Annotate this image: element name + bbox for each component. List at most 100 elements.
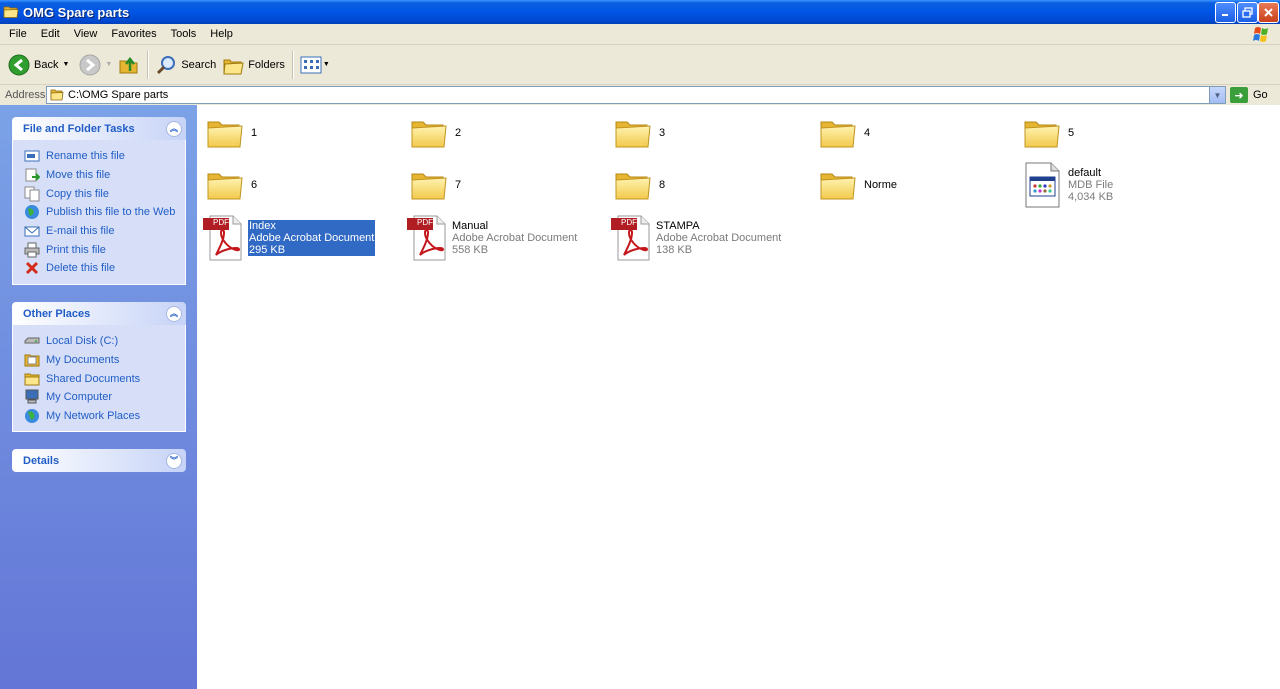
- task-label: Rename this file: [46, 150, 125, 163]
- task-email[interactable]: E-mail this file: [24, 222, 185, 241]
- menu-tools[interactable]: Tools: [164, 28, 204, 40]
- file-folder-tasks-body: Rename this file Move this file Copy thi…: [12, 140, 186, 285]
- folder-item[interactable]: 5: [1022, 113, 1074, 153]
- search-icon: [157, 55, 176, 74]
- pdf-badge-label: PDF: [417, 218, 433, 227]
- folders-label: Folders: [248, 58, 285, 71]
- task-label: Move this file: [46, 169, 111, 182]
- address-bar: Address C:\OMG Spare parts ▼ ➜ Go: [0, 85, 1280, 105]
- folder-item[interactable]: 4: [818, 113, 870, 153]
- panel-title: Details: [23, 454, 60, 467]
- task-move[interactable]: Move this file: [24, 166, 185, 185]
- task-rename[interactable]: Rename this file: [24, 147, 185, 166]
- shared-folder-icon: [24, 373, 40, 386]
- task-label: Print this file: [46, 243, 106, 256]
- folder-item[interactable]: 3: [613, 113, 665, 153]
- panel-title: Other Places: [23, 307, 91, 320]
- rename-icon: [24, 150, 40, 162]
- file-list-view[interactable]: 1 2 3 4 5 6 7 8 Norme default MDB File 4…: [197, 105, 1280, 689]
- menu-view[interactable]: View: [67, 28, 105, 40]
- file-size: 4,034 KB: [1068, 191, 1114, 203]
- go-button[interactable]: ➜ Go: [1230, 86, 1268, 104]
- place-network[interactable]: My Network Places: [24, 407, 185, 426]
- place-shared-documents[interactable]: Shared Documents: [24, 369, 185, 388]
- address-path: C:\OMG Spare parts: [68, 89, 169, 101]
- other-places-header[interactable]: Other Places ︽: [12, 302, 186, 325]
- collapse-up-icon[interactable]: ︽: [166, 120, 182, 137]
- folder-item[interactable]: 6: [205, 165, 257, 205]
- close-icon: [1264, 8, 1273, 17]
- folder-item[interactable]: Norme: [818, 165, 897, 205]
- minimize-button[interactable]: [1215, 2, 1236, 23]
- title-bar[interactable]: OMG Spare parts: [0, 0, 1280, 24]
- go-arrow-icon: ➜: [1230, 87, 1248, 103]
- folder-icon: [613, 165, 653, 205]
- place-my-documents[interactable]: My Documents: [24, 351, 185, 370]
- place-label: My Network Places: [46, 410, 141, 423]
- back-label: Back: [34, 58, 59, 71]
- search-button[interactable]: Search: [152, 49, 219, 81]
- folder-item[interactable]: 1: [205, 113, 257, 153]
- my-documents-icon: [24, 354, 40, 367]
- details-header[interactable]: Details ︾: [12, 449, 186, 472]
- folder-item[interactable]: 2: [409, 113, 461, 153]
- place-label: My Documents: [46, 354, 120, 367]
- folder-icon: [205, 165, 245, 205]
- menu-favorites[interactable]: Favorites: [104, 28, 163, 40]
- folder-icon: [613, 113, 653, 153]
- toolbar-separator: [291, 50, 293, 79]
- file-type: Adobe Acrobat Document: [249, 232, 375, 244]
- views-button[interactable]: ▼: [297, 49, 333, 81]
- task-print[interactable]: Print this file: [24, 240, 185, 259]
- menu-help[interactable]: Help: [203, 28, 240, 40]
- task-copy[interactable]: Copy this file: [24, 184, 185, 203]
- task-publish-web[interactable]: Publish this file to the Web: [24, 203, 185, 222]
- mdb-file-icon: [1022, 162, 1062, 208]
- place-local-disk[interactable]: Local Disk (C:): [24, 332, 185, 351]
- search-label: Search: [181, 58, 217, 71]
- collapse-up-icon[interactable]: ︽: [166, 305, 182, 322]
- file-name: STAMPA: [656, 220, 700, 232]
- menu-file[interactable]: File: [2, 28, 34, 40]
- file-item[interactable]: default MDB File 4,034 KB: [1022, 162, 1113, 208]
- close-button[interactable]: [1258, 2, 1279, 23]
- place-label: Local Disk (C:): [46, 335, 119, 348]
- place-my-computer[interactable]: My Computer: [24, 388, 185, 407]
- hard-disk-icon: [24, 337, 40, 344]
- menu-edit[interactable]: Edit: [34, 28, 67, 40]
- maximize-button[interactable]: [1237, 2, 1258, 23]
- place-label: My Computer: [46, 391, 113, 404]
- folder-icon: [3, 6, 19, 18]
- address-input[interactable]: C:\OMG Spare parts ▼: [46, 86, 1226, 104]
- delete-x-icon: [25, 262, 39, 275]
- window-title: OMG Spare parts: [23, 4, 130, 20]
- address-dropdown-button[interactable]: ▼: [1209, 87, 1225, 103]
- address-label: Address: [5, 89, 46, 101]
- forward-button[interactable]: ▼: [76, 49, 115, 81]
- place-label: Shared Documents: [46, 372, 141, 385]
- file-name: Index: [249, 220, 276, 232]
- back-dropdown-icon[interactable]: ▼: [62, 61, 69, 68]
- minimize-icon: [1222, 14, 1228, 16]
- menu-bar: File Edit View Favorites Tools Help: [0, 24, 1280, 45]
- computer-icon: [25, 389, 39, 404]
- file-size: 295 KB: [249, 244, 286, 256]
- folders-button[interactable]: Folders: [219, 49, 288, 81]
- folder-item[interactable]: 7: [409, 165, 461, 205]
- folders-icon: [223, 59, 244, 74]
- restore-icon: [1242, 7, 1253, 18]
- other-places-panel: Other Places ︽ Local Disk (C:) My Docume…: [12, 302, 186, 433]
- folder-name: Norme: [864, 179, 898, 191]
- folder-name: 3: [659, 127, 666, 139]
- task-delete[interactable]: Delete this file: [24, 259, 185, 278]
- file-folder-tasks-header[interactable]: File and Folder Tasks ︽: [12, 117, 186, 140]
- up-folder-button[interactable]: [115, 49, 143, 81]
- file-type: Adobe Acrobat Document: [656, 232, 782, 244]
- folder-name: 4: [864, 127, 871, 139]
- folder-item[interactable]: 8: [613, 165, 665, 205]
- file-type: MDB File: [1068, 179, 1114, 191]
- expand-down-icon[interactable]: ︾: [166, 452, 182, 469]
- other-places-body: Local Disk (C:) My Documents Shared Docu…: [12, 325, 186, 433]
- back-button[interactable]: Back ▼: [5, 49, 72, 81]
- views-dropdown-icon[interactable]: ▼: [323, 61, 330, 68]
